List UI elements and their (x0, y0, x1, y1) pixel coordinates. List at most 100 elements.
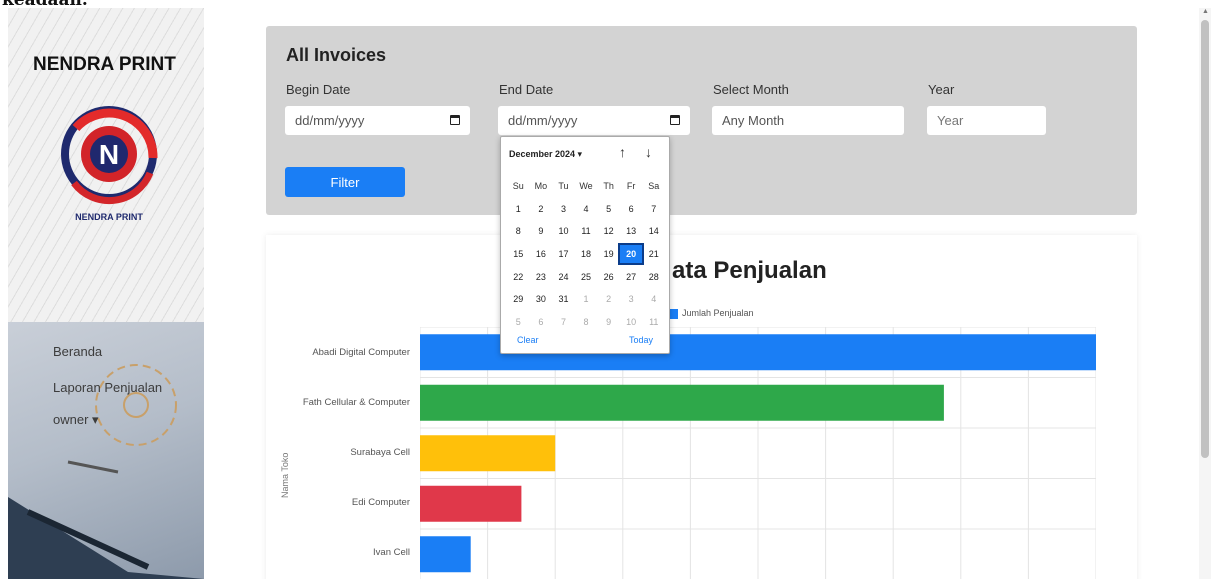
bar[interactable] (420, 485, 522, 522)
bar[interactable] (420, 435, 556, 472)
calendar-day[interactable]: 1 (575, 294, 598, 304)
select-month-input[interactable]: Any Month (712, 106, 904, 135)
scroll-up-arrow-icon[interactable]: ▲ (1202, 8, 1209, 15)
calendar-day[interactable]: 19 (597, 249, 620, 259)
bar[interactable] (420, 536, 471, 573)
brand-logo[interactable]: N NENDRA PRINT (54, 98, 174, 228)
calendar-day[interactable]: 31 (552, 294, 575, 304)
calendar-day[interactable]: 27 (620, 272, 643, 282)
calendar-day[interactable]: 24 (552, 272, 575, 282)
calendar-day[interactable]: 18 (575, 249, 598, 259)
calendar-day[interactable]: 13 (620, 226, 643, 236)
calendar-day[interactable]: 11 (642, 317, 665, 327)
end-date-value: dd/mm/yyyy (508, 113, 578, 128)
sidebar-background-graphic (8, 322, 204, 579)
nav-item-owner-dropdown[interactable]: owner ▾ (53, 412, 99, 428)
calendar-day[interactable]: 26 (597, 272, 620, 282)
weekday-label: Tu (558, 181, 569, 192)
brand-name: NENDRA PRINT (33, 54, 176, 75)
category-label: Edi Computer (351, 497, 410, 508)
calendar-icon[interactable] (450, 115, 460, 125)
nav-item-beranda[interactable]: Beranda (53, 344, 102, 359)
y-axis-title: Nama Toko (280, 452, 290, 498)
calendar-day[interactable]: 8 (507, 226, 530, 236)
calendar-day[interactable]: 2 (530, 204, 553, 214)
nav-item-laporan-penjualan[interactable]: Laporan Penjualan (53, 380, 162, 395)
calendar-day[interactable]: 28 (642, 272, 665, 282)
select-month-value: Any Month (722, 113, 785, 128)
year-placeholder: Year (937, 113, 964, 128)
category-label: Fath Cellular & Computer (302, 397, 410, 408)
year-label: Year (928, 82, 955, 97)
bar[interactable] (420, 384, 944, 421)
bar-plot (420, 327, 1096, 579)
calendar-day[interactable]: 16 (530, 249, 553, 259)
logo-caption: NENDRA PRINT (75, 212, 143, 222)
calendar-grid: Su Mo Tu We Th Fr Sa 1 2 3 4 5 6 7 8 9 10 11 12 13 14 15 16 17 1… (507, 175, 665, 333)
calendar-day[interactable]: 11 (575, 226, 598, 236)
end-date-input[interactable]: dd/mm/yyyy (498, 106, 690, 135)
weekday-label: Mo (534, 181, 548, 192)
year-input[interactable]: Year (927, 106, 1046, 135)
calendar-day[interactable]: 30 (530, 294, 553, 304)
weekday-label: Sa (648, 181, 660, 192)
calendar-day[interactable]: 8 (575, 317, 598, 327)
calendar-day[interactable]: 21 (642, 249, 665, 259)
category-label: Abadi Digital Computer (312, 347, 410, 358)
calendar-day[interactable]: 7 (552, 317, 575, 327)
selected-day[interactable]: 20 (617, 243, 645, 266)
calendar-day[interactable]: 2 (597, 294, 620, 304)
logo-letter: N (99, 139, 119, 170)
calendar-icon[interactable] (670, 115, 680, 125)
sales-chart-card: ata Penjualan Jumlah Penjualan Nama Toko… (266, 235, 1137, 579)
calendar-day[interactable]: 4 (575, 204, 598, 214)
today-button[interactable]: Today (629, 335, 653, 345)
calendar-day[interactable]: 6 (620, 204, 643, 214)
begin-date-value: dd/mm/yyyy (295, 113, 365, 128)
month-year-dropdown[interactable]: December 2024 ▾ (509, 149, 582, 160)
page-root: keadaan. NENDRA PRINT N NENDRA PRINT Ber… (0, 0, 1211, 579)
calendar-day[interactable]: 10 (620, 317, 643, 327)
end-date-label: End Date (499, 82, 554, 97)
category-label: Ivan Cell (373, 547, 410, 558)
calendar-day[interactable]: 9 (530, 226, 553, 236)
calendar-day[interactable]: 12 (597, 226, 620, 236)
begin-date-label: Begin Date (286, 82, 351, 97)
legend-swatch (670, 309, 678, 319)
begin-date-input[interactable]: dd/mm/yyyy (285, 106, 470, 135)
date-picker-popup: December 2024 ▾ ↑ ↓ Su Mo Tu We Th Fr Sa 1 2 3 4 5 6… (500, 136, 670, 354)
calendar-day[interactable]: 1 (507, 204, 530, 214)
gear-graphic (8, 364, 204, 579)
chart-title: ata Penjualan (672, 257, 827, 284)
next-month-arrow-icon[interactable]: ↓ (645, 144, 652, 160)
filter-button[interactable]: Filter (285, 167, 405, 197)
scrollbar-thumb[interactable] (1201, 20, 1209, 458)
page-scrollbar[interactable]: ▲ (1199, 8, 1211, 579)
calendar-day[interactable]: 25 (575, 272, 598, 282)
page-title: All Invoices (286, 45, 387, 65)
weekday-label: Su (512, 181, 524, 192)
calendar-day[interactable]: 9 (597, 317, 620, 327)
calendar-day[interactable]: 17 (552, 249, 575, 259)
calendar-day[interactable]: 15 (507, 249, 530, 259)
sidebar: NENDRA PRINT N NENDRA PRINT Beranda Lapo… (8, 8, 204, 579)
clear-button[interactable]: Clear (517, 335, 539, 345)
calendar-day[interactable]: 3 (620, 294, 643, 304)
weekday-label: Th (603, 181, 614, 192)
calendar-day[interactable]: 10 (552, 226, 575, 236)
calendar-day[interactable]: 4 (642, 294, 665, 304)
calendar-day[interactable]: 3 (552, 204, 575, 214)
calendar-day[interactable]: 14 (642, 226, 665, 236)
calendar-day[interactable]: 6 (530, 317, 553, 327)
weekday-label: We (579, 181, 593, 192)
invoice-filter-card: All Invoices Begin Date dd/mm/yyyy End D… (266, 26, 1137, 215)
calendar-day[interactable]: 5 (507, 317, 530, 327)
calendar-day[interactable]: 22 (507, 272, 530, 282)
calendar-day[interactable]: 29 (507, 294, 530, 304)
calendar-day[interactable]: 5 (597, 204, 620, 214)
category-label: Surabaya Cell (350, 447, 410, 458)
calendar-day[interactable]: 7 (642, 204, 665, 214)
previous-month-arrow-icon[interactable]: ↑ (619, 144, 626, 160)
calendar-day[interactable]: 23 (530, 272, 553, 282)
select-month-label: Select Month (713, 82, 789, 97)
